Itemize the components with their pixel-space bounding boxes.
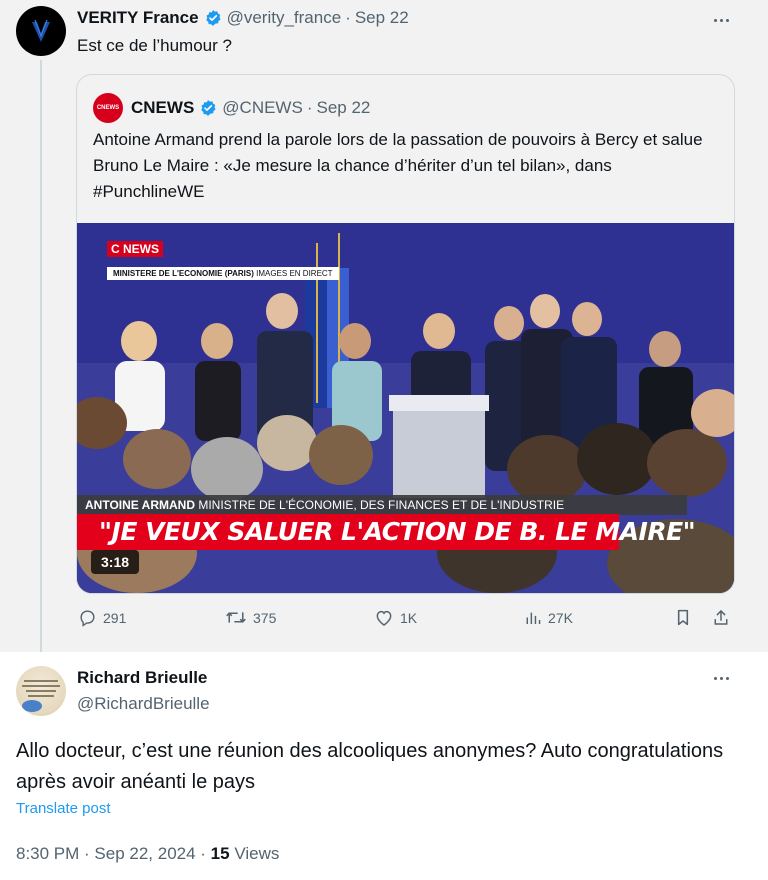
tweet-header: VERITY France @verity_france · Sep 22 xyxy=(77,8,409,28)
thread-line xyxy=(40,60,42,658)
translate-post-link[interactable]: Translate post xyxy=(16,800,111,817)
reply-count: 291 xyxy=(103,609,127,626)
like-count: 1K xyxy=(400,609,418,626)
bookmark-button[interactable] xyxy=(674,608,698,627)
views-count: 27K xyxy=(548,609,573,626)
reply-tweet[interactable]: Richard Brieulle @RichardBrieulle Allo d… xyxy=(0,652,768,880)
quoted-tweet-card[interactable]: CNEWS CNEWS @CNEWS · Sep 22 Antoine Arma… xyxy=(76,74,735,594)
display-name[interactable]: Richard Brieulle xyxy=(77,668,207,688)
verity-logo-icon xyxy=(32,19,50,42)
verified-badge-icon xyxy=(204,9,222,27)
post-metadata: 8:30 PM · Sep 22, 2024 · 15 Views xyxy=(16,844,279,864)
verified-badge-icon xyxy=(199,99,217,117)
location-light: IMAGES EN DIRECT xyxy=(256,269,333,278)
post-time[interactable]: 8:30 PM · Sep 22, 2024 · xyxy=(16,844,211,863)
repost-button[interactable]: 375 xyxy=(225,608,276,627)
views-label: Views xyxy=(229,844,280,863)
channel-logo: C NEWS xyxy=(107,241,163,257)
tweet-text: Est ce de l’humour ? xyxy=(77,36,232,55)
avatar-image-icon xyxy=(22,680,60,712)
repost-icon xyxy=(226,612,246,623)
location-caption: MINISTERE DE L'ECONOMIE (PARIS) IMAGES E… xyxy=(107,267,339,280)
avatar-label: CNEWS xyxy=(96,105,120,111)
video-duration: 3:18 xyxy=(91,550,140,574)
video-player[interactable]: C NEWS MINISTERE DE L'ECONOMIE (PARIS) I… xyxy=(77,223,734,593)
views-number: 15 xyxy=(210,844,230,863)
more-options-button[interactable] xyxy=(706,10,736,30)
timestamp: Sep 22 xyxy=(316,98,371,117)
share-icon xyxy=(714,609,728,625)
avatar[interactable] xyxy=(16,6,66,56)
separator-dot: · xyxy=(306,98,313,117)
headline-banner: "JE VEUX SALUER L'ACTION DE B. LE MAIRE" xyxy=(77,514,696,550)
timestamp[interactable]: Sep 22 xyxy=(355,8,409,28)
reply-text: Allo docteur, c’est une réunion des alco… xyxy=(16,740,724,793)
quoted-tweet-header: CNEWS CNEWS @CNEWS · Sep 22 xyxy=(93,93,370,123)
display-name: CNEWS xyxy=(131,98,195,117)
speaker-name: ANTOINE ARMAND xyxy=(85,498,195,512)
handle: @CNEWS xyxy=(222,98,303,117)
views-button[interactable]: 27K xyxy=(524,608,573,627)
handle[interactable]: @RichardBrieulle xyxy=(77,694,210,714)
like-button[interactable]: 1K xyxy=(374,608,417,627)
avatar[interactable] xyxy=(16,666,66,716)
display-name[interactable]: VERITY France xyxy=(77,8,199,28)
handle[interactable]: @verity_france xyxy=(227,8,342,28)
speaker-title: MINISTRE DE L'ÉCONOMIE, DES FINANCES ET … xyxy=(198,498,565,512)
share-button[interactable] xyxy=(712,608,736,627)
location-bold: MINISTERE DE L'ECONOMIE (PARIS) xyxy=(113,269,254,278)
analytics-icon xyxy=(526,612,541,625)
repost-count: 375 xyxy=(253,609,277,626)
bookmark-icon xyxy=(677,609,689,626)
reply-button[interactable]: 291 xyxy=(78,608,126,627)
quoted-tweet-text: Antoine Armand prend la parole lors de l… xyxy=(93,130,703,201)
heart-icon xyxy=(376,610,392,626)
action-bar: 291 375 1K 27K xyxy=(76,608,736,636)
separator-dot: · xyxy=(345,8,351,27)
more-options-button[interactable] xyxy=(706,668,736,688)
parent-tweet[interactable]: VERITY France @verity_france · Sep 22 Es… xyxy=(0,0,768,658)
reply-icon xyxy=(80,610,95,627)
speaker-caption: ANTOINE ARMAND MINISTRE DE L'ÉCONOMIE, D… xyxy=(77,495,687,515)
avatar: CNEWS xyxy=(93,93,123,123)
